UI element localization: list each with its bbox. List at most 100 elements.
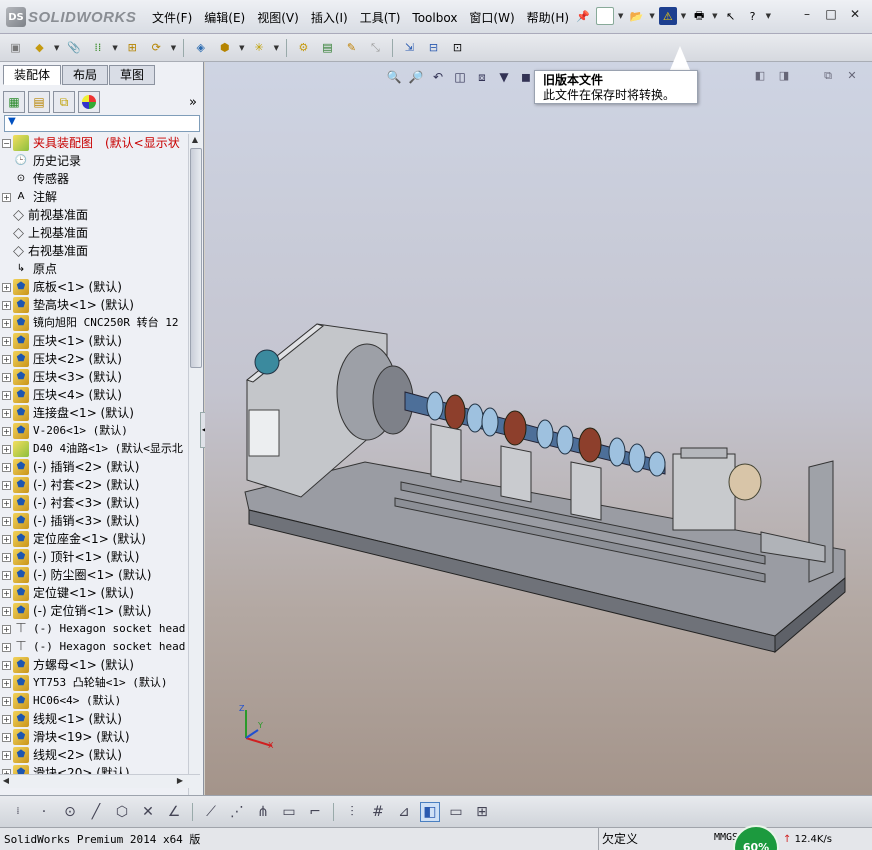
line-icon[interactable]: ╱ [86,802,106,822]
expand-icon[interactable]: + [2,570,11,580]
expand-icon[interactable]: + [2,624,11,634]
expand-icon[interactable]: + [2,408,11,418]
tab-sketch[interactable]: 草图 [109,65,156,85]
tree-node[interactable]: + ⬟ 线规<2> (默认) [2,746,188,764]
explode-line-sketch-icon[interactable]: ✎ [342,38,361,57]
four-view-icon[interactable]: ⊞ [472,802,492,822]
clearance-verification-icon[interactable]: ⇲ [400,38,419,57]
expand-icon[interactable]: + [2,426,11,436]
tree-node[interactable]: + D40 4油路<1> (默认<显示北 [2,440,188,458]
tab-layout[interactable]: 布局 [62,65,109,85]
tree-node[interactable]: ↳ 原点 [2,260,188,278]
grid-snap-icon[interactable]: ⫶ [342,802,362,822]
rebuild-warning-icon[interactable]: ⚠ [658,7,677,25]
rotate-component-icon[interactable]: ⟳ [147,38,166,57]
tree-filter[interactable]: ▼ [4,115,200,132]
open-folder-icon[interactable]: 📂 [627,7,645,25]
expand-icon[interactable]: + [2,552,11,562]
show-hidden-icon[interactable]: ◈ [191,38,210,57]
tree-node[interactable]: + ⊤ (-) Hexagon socket head [2,620,188,638]
chevron-down-icon[interactable]: ▼ [681,12,686,20]
expand-icon[interactable]: + [2,480,11,490]
polygon-icon[interactable]: ⬡ [112,802,132,822]
scroll-left-icon[interactable]: ◀ [0,775,12,787]
view-cube-icon[interactable]: ◧ [420,801,440,822]
tree-node[interactable]: + ⬟ (-) 插销<3> (默认) [2,512,188,530]
pin-icon[interactable]: 📌 [574,7,592,25]
tree-node[interactable]: 上视基准面 [2,224,188,242]
expand-icon[interactable]: + [2,750,11,760]
configuration-manager-icon[interactable]: ⧉ [53,91,75,113]
assembly-features-icon[interactable]: ⬢ [215,38,234,57]
tree-node[interactable]: + ⬟ 压块<4> (默认) [2,386,188,404]
tree-node[interactable]: + ⬟ 底板<1> (默认) [2,278,188,296]
tree-node[interactable]: + ⬟ (-) 衬套<3> (默认) [2,494,188,512]
expand-panel-icon[interactable]: » [189,95,201,110]
bill-of-materials-icon[interactable]: ⚙ [294,38,313,57]
expand-icon[interactable]: + [2,444,11,454]
tree-node[interactable]: 右视基准面 [2,242,188,260]
expand-icon[interactable]: + [2,714,11,724]
expand-icon[interactable]: + [2,696,11,706]
mate-icon[interactable]: 📎 [64,38,83,57]
tree-node[interactable]: + ⬟ 压块<3> (默认) [2,368,188,386]
collapse-icon[interactable]: − [2,138,11,148]
trim-icon[interactable]: ✕ [138,802,158,822]
expand-icon[interactable]: + [2,390,11,400]
tree-node[interactable]: + ⬟ 连接盘<1> (默认) [2,404,188,422]
expand-icon[interactable]: + [2,660,11,670]
tree-node[interactable]: + ⬟ (-) 定位销<1> (默认) [2,602,188,620]
tree-node[interactable]: + ⬟ (-) 插销<2> (默认) [2,458,188,476]
expand-icon[interactable]: + [2,462,11,472]
offset-icon[interactable]: ⋰ [227,802,247,822]
menu-insert[interactable]: 插入(I) [305,8,354,28]
tree-node[interactable]: + ⬟ 垫高块<1> (默认) [2,296,188,314]
print-icon[interactable]: 🖶 [690,7,708,25]
angle-icon[interactable]: ∠ [164,802,184,822]
tree-scrollbar[interactable]: ▲ ▼ [188,134,202,848]
select-icon[interactable]: ↖ [722,7,740,25]
sketch-relation-icon[interactable]: ⊿ [394,802,414,822]
expand-icon[interactable]: + [2,588,11,598]
assembly-icon[interactable]: ◆ [30,38,49,57]
tree-node[interactable]: + ⬟ (-) 衬套<2> (默认) [2,476,188,494]
expand-icon[interactable]: + [2,282,11,292]
single-view-icon[interactable]: ▭ [446,802,466,822]
expand-icon[interactable]: + [2,642,11,652]
display-manager-icon[interactable] [78,91,100,113]
hole-alignment-icon[interactable]: ⊟ [424,38,443,57]
chevron-down-icon[interactable]: ▼ [112,44,117,52]
grid-icon[interactable]: # [368,802,388,822]
tree-node[interactable]: + ⬟ 压块<2> (默认) [2,350,188,368]
expand-icon[interactable]: + [2,354,11,364]
chevron-down-icon[interactable]: ▼ [649,12,654,20]
pattern-icon[interactable]: ⁞⁞ [88,38,107,57]
expand-icon[interactable]: + [2,732,11,742]
menu-file[interactable]: 文件(F) [146,8,198,28]
new-document-icon[interactable] [596,7,614,25]
graphics-area[interactable]: 🔍 🔎 ↶ ◫ ⧈ ▼ ◼ ◧ ◨ ⧉ ✕ [205,62,872,795]
expand-icon[interactable]: + [2,516,11,526]
chevron-down-icon[interactable]: ▼ [171,44,176,52]
expand-icon[interactable]: + [2,606,11,616]
tree-node[interactable]: + ⬟ HC06<4> (默认) [2,692,188,710]
close-icon[interactable]: ✕ [848,7,862,21]
help-icon[interactable]: ? [744,7,762,25]
scroll-up-icon[interactable]: ▲ [189,134,201,146]
minimize-icon[interactable]: – [800,7,814,21]
expand-icon[interactable]: + [2,498,11,508]
tree-node[interactable]: 前视基准面 [2,206,188,224]
chevron-down-icon[interactable]: ▼ [274,44,279,52]
expand-icon[interactable]: + [2,372,11,382]
exploded-view-icon[interactable]: ▤ [318,38,337,57]
menu-help[interactable]: 帮助(H) [521,8,575,28]
menu-tools[interactable]: 工具(T) [354,8,407,28]
chevron-down-icon[interactable]: ▼ [618,12,623,20]
mirror-icon[interactable]: ⋔ [253,802,273,822]
tree-node[interactable]: + ⬟ (-) 防尘圈<1> (默认) [2,566,188,584]
scroll-right-icon[interactable]: ▶ [174,775,186,787]
menu-window[interactable]: 窗口(W) [463,8,520,28]
interference-detection-icon[interactable]: ⤡ [366,38,385,57]
tab-assembly[interactable]: 装配体 [3,65,62,85]
scroll-thumb[interactable] [190,148,202,368]
